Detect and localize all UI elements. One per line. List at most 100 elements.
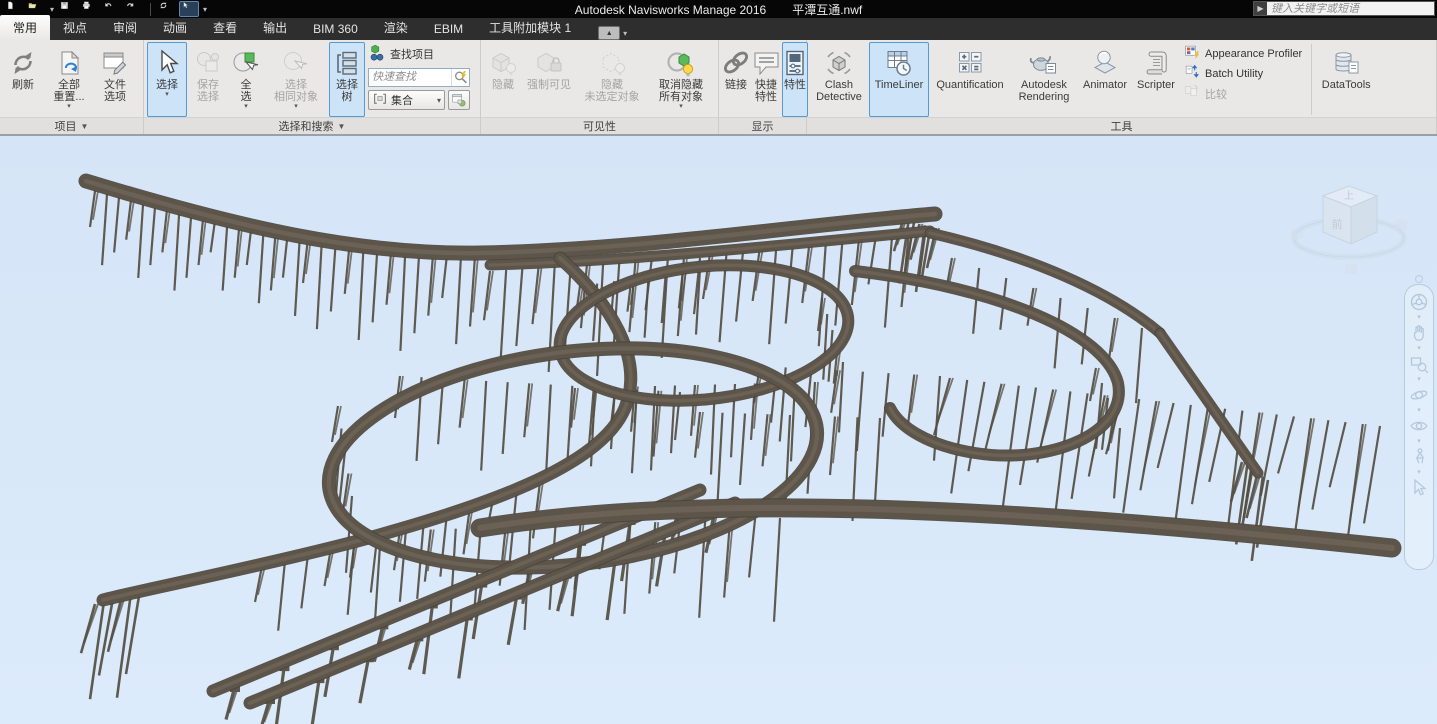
require-button[interactable]: 强制可见 xyxy=(523,42,575,117)
unhide-all-icon xyxy=(666,46,696,79)
qat-dropdown-caret[interactable]: ▾ xyxy=(201,5,209,14)
tab-EBIM[interactable]: EBIM xyxy=(421,18,476,40)
tab-工具附加模块-1[interactable]: 工具附加模块 1 xyxy=(476,15,584,40)
batch-utility-icon xyxy=(1184,64,1200,83)
nav-caret-icon[interactable]: ▾ xyxy=(1417,376,1421,383)
sets-icon xyxy=(372,91,388,110)
select-all-caret-icon[interactable]: ▾ xyxy=(244,103,248,111)
nav-caret-icon[interactable]: ▾ xyxy=(1417,407,1421,414)
autodesk-rendering-label: Autodesk Rendering xyxy=(1019,79,1070,103)
steering-wheel-icon[interactable] xyxy=(1408,291,1430,313)
zoom-window-icon[interactable] xyxy=(1408,353,1430,375)
orbit-icon[interactable] xyxy=(1408,384,1430,406)
reset-all-caret-icon[interactable]: ▾ xyxy=(67,103,71,111)
select-same-button[interactable]: 选择 相同对象▾ xyxy=(264,42,328,117)
pan-hand-icon[interactable] xyxy=(1408,322,1430,344)
timeliner-button[interactable]: TimeLiner xyxy=(869,42,929,117)
quick-find-input[interactable] xyxy=(369,71,451,83)
select-arrow-icon[interactable] xyxy=(1408,477,1430,499)
quantification-label: Quantification xyxy=(936,79,1003,91)
navigation-bar: ▾ ▾ ▾ ▾ ▾ ▾ xyxy=(1404,284,1434,570)
autodesk-rendering-button[interactable]: Autodesk Rendering xyxy=(1011,42,1077,117)
animator-label: Animator xyxy=(1083,79,1127,91)
file-name: 平潭互通.nwf xyxy=(792,3,862,17)
hide-unselected-label: 隐藏 未选定对象 xyxy=(585,79,640,103)
qat-separator xyxy=(150,3,151,16)
save-selection-button[interactable]: 保存 选择 xyxy=(188,42,228,117)
find-items-button[interactable]: 查找项目 xyxy=(368,44,470,64)
compare-button[interactable]: 比较 xyxy=(1184,85,1302,102)
select-same-caret-icon[interactable]: ▾ xyxy=(294,103,298,111)
navbar-close-icon[interactable] xyxy=(1415,275,1423,283)
group-caret-icon[interactable]: ▼ xyxy=(338,122,346,131)
hide-label: 隐藏 xyxy=(492,79,514,91)
clash-detective-button[interactable]: Clash Detective xyxy=(810,42,868,117)
sets-caret-icon: ▾ xyxy=(437,96,441,105)
qat-dropdown-caret[interactable]: ▾ xyxy=(48,5,56,14)
tab-动画[interactable]: 动画 xyxy=(150,15,200,40)
quantification-icon xyxy=(955,46,985,79)
nav-caret-icon[interactable]: ▾ xyxy=(1417,314,1421,321)
look-around-icon[interactable] xyxy=(1408,415,1430,437)
view-cube-body[interactable]: 上 前 xyxy=(1323,186,1377,244)
ribbon-group-项目: 刷新全部 重置...▾文件 选项项目▼ xyxy=(0,40,144,134)
group-caret-icon[interactable]: ▼ xyxy=(81,122,89,131)
rendering-icon xyxy=(1029,46,1059,79)
select-caret-icon[interactable]: ▾ xyxy=(165,91,169,99)
tab-审阅[interactable]: 审阅 xyxy=(100,15,150,40)
timeliner-label: TimeLiner xyxy=(875,79,924,91)
unhide-all-caret-icon[interactable]: ▾ xyxy=(679,103,683,111)
manage-sets-button[interactable] xyxy=(448,90,470,110)
datatools-button[interactable]: DataTools xyxy=(1317,42,1375,117)
appearance-profiler-icon xyxy=(1184,44,1200,63)
view-cube-top-label: 上 xyxy=(1344,190,1354,202)
find-items-icon xyxy=(368,44,386,65)
unhide-all-button[interactable]: 取消隐藏 所有对象▾ xyxy=(649,42,713,117)
sets-dropdown[interactable]: 集合▾ xyxy=(368,90,445,110)
search-arrow-icon[interactable]: ▶ xyxy=(1254,2,1267,15)
nav-caret-icon[interactable]: ▾ xyxy=(1417,345,1421,352)
properties-icon xyxy=(780,46,810,79)
walk-icon[interactable] xyxy=(1408,446,1430,468)
select-button[interactable]: 选择▾ xyxy=(147,42,187,117)
group-label-项目: 项目▼ xyxy=(0,117,143,134)
quick-find-button[interactable] xyxy=(451,69,469,86)
require-label: 强制可见 xyxy=(527,79,571,91)
model-canvas[interactable] xyxy=(0,136,1437,724)
select-all-button[interactable]: 全 选▾ xyxy=(229,42,263,117)
tab-查看[interactable]: 查看 xyxy=(200,15,250,40)
tab-BIM-360[interactable]: BIM 360 xyxy=(300,18,371,40)
help-search-input[interactable] xyxy=(1267,3,1434,15)
select-all-icon xyxy=(231,46,261,79)
animator-button[interactable]: Animator xyxy=(1078,42,1132,117)
viewport-3d[interactable]: 上 前 ▾ ▾ ▾ ▾ ▾ ▾ xyxy=(0,136,1437,724)
selection-tree-button[interactable]: 选择 树 xyxy=(329,42,365,117)
links-button[interactable]: 链接 xyxy=(722,42,750,117)
tab-视点[interactable]: 视点 xyxy=(50,15,100,40)
quantification-button[interactable]: Quantification xyxy=(930,42,1010,117)
file-options-button[interactable]: 文件 选项 xyxy=(95,42,135,117)
scripter-button[interactable]: Scripter xyxy=(1133,42,1179,117)
hide-button[interactable]: 隐藏 xyxy=(484,42,522,117)
tab-渲染[interactable]: 渲染 xyxy=(371,15,421,40)
reset-all-button[interactable]: 全部 重置...▾ xyxy=(44,42,94,117)
quick-properties-button[interactable]: 快捷 特性 xyxy=(751,42,781,117)
nav-caret-icon[interactable]: ▾ xyxy=(1417,469,1421,476)
view-cube[interactable]: 上 前 xyxy=(1287,166,1417,286)
refresh-button[interactable]: 刷新 xyxy=(3,42,43,117)
ribbon-collapse-button[interactable]: ▲ xyxy=(598,26,620,40)
ribbon-tab-bar: 常用视点审阅动画查看输出BIM 360渲染EBIM工具附加模块 1 ▲▾ xyxy=(0,18,1437,40)
clash-icon xyxy=(824,46,854,79)
batch-utility-button[interactable]: Batch Utility xyxy=(1184,65,1302,82)
links-label: 链接 xyxy=(725,79,747,91)
properties-label: 特性 xyxy=(784,79,806,91)
hide-unselected-button[interactable]: 隐藏 未选定对象 xyxy=(576,42,648,117)
ribbon-collapse-caret-icon[interactable]: ▾ xyxy=(623,29,627,38)
nav-caret-icon[interactable]: ▾ xyxy=(1417,438,1421,445)
select-same-label: 选择 相同对象 xyxy=(274,79,318,103)
appearance-profiler-button[interactable]: Appearance Profiler xyxy=(1184,45,1302,62)
tab-常用[interactable]: 常用 xyxy=(0,15,50,40)
properties-button[interactable]: 特性 xyxy=(782,42,808,117)
group-label-选择和搜索: 选择和搜索▼ xyxy=(144,117,480,134)
tab-输出[interactable]: 输出 xyxy=(250,15,300,40)
